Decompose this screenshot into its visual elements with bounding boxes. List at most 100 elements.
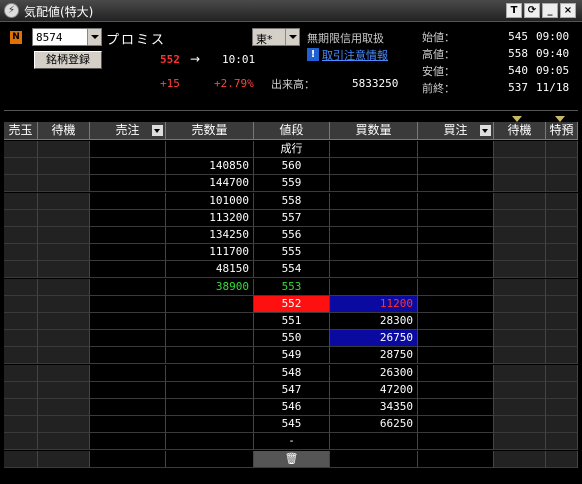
buy-standby-cell[interactable] bbox=[494, 364, 546, 382]
sell-position-cell[interactable] bbox=[4, 192, 38, 210]
buy-order-cell[interactable] bbox=[418, 433, 494, 451]
sell-standby-cell[interactable] bbox=[38, 261, 90, 279]
sell-standby-cell[interactable] bbox=[38, 416, 90, 434]
sell-standby-cell[interactable] bbox=[38, 175, 90, 193]
sell-position-cell[interactable] bbox=[4, 381, 38, 399]
buy-order-cell[interactable] bbox=[418, 278, 494, 296]
stock-code-combobox[interactable]: 8574 bbox=[32, 28, 102, 46]
special-cell[interactable] bbox=[546, 175, 578, 193]
buy-standby-cell[interactable] bbox=[494, 416, 546, 434]
buy-order-cell[interactable] bbox=[418, 227, 494, 244]
buy-order-cell[interactable] bbox=[418, 295, 494, 313]
chevron-down-icon[interactable] bbox=[285, 29, 299, 45]
buy-standby-cell[interactable] bbox=[494, 261, 546, 279]
sell-position-cell[interactable] bbox=[4, 227, 38, 244]
buy-standby-cell[interactable] bbox=[494, 209, 546, 227]
buy-order-cell[interactable] bbox=[418, 244, 494, 262]
buy-order-cell[interactable] bbox=[418, 450, 494, 468]
special-cell[interactable] bbox=[546, 295, 578, 313]
register-stock-button[interactable]: 銘柄登録 bbox=[34, 51, 102, 69]
close-button[interactable]: × bbox=[560, 3, 576, 18]
special-cell[interactable] bbox=[546, 278, 578, 296]
sell-standby-cell[interactable] bbox=[38, 227, 90, 244]
special-cell[interactable] bbox=[546, 227, 578, 244]
sell-standby-cell[interactable] bbox=[38, 450, 90, 468]
price-cell[interactable]: 545 bbox=[254, 416, 330, 434]
col-header-sell-order[interactable]: 売注 bbox=[90, 122, 166, 140]
sell-position-cell[interactable] bbox=[4, 209, 38, 227]
price-cell[interactable]: 549 bbox=[254, 347, 330, 365]
price-cell[interactable]: 555 bbox=[254, 244, 330, 262]
buy-order-cell[interactable] bbox=[418, 364, 494, 382]
buy-standby-cell[interactable] bbox=[494, 433, 546, 451]
sell-position-cell[interactable] bbox=[4, 347, 38, 365]
buy-order-cell[interactable] bbox=[418, 416, 494, 434]
sell-standby-cell[interactable] bbox=[38, 330, 90, 348]
buy-order-cell[interactable] bbox=[418, 141, 494, 158]
sell-order-cell[interactable] bbox=[90, 158, 166, 176]
special-cell[interactable] bbox=[546, 141, 578, 158]
sell-position-cell[interactable] bbox=[4, 141, 38, 158]
price-cell[interactable]: 551 bbox=[254, 313, 330, 330]
buy-standby-cell[interactable] bbox=[494, 313, 546, 330]
price-cell[interactable]: 556 bbox=[254, 227, 330, 244]
sell-standby-cell[interactable] bbox=[38, 158, 90, 176]
buy-standby-cell[interactable] bbox=[494, 399, 546, 416]
sell-position-cell[interactable] bbox=[4, 313, 38, 330]
sell-standby-cell[interactable] bbox=[38, 244, 90, 262]
sell-position-cell[interactable] bbox=[4, 278, 38, 296]
sell-order-cell[interactable] bbox=[90, 209, 166, 227]
special-cell[interactable] bbox=[546, 158, 578, 176]
buy-standby-cell[interactable] bbox=[494, 278, 546, 296]
sell-position-cell[interactable] bbox=[4, 433, 38, 451]
sell-standby-cell[interactable] bbox=[38, 295, 90, 313]
special-cell[interactable] bbox=[546, 433, 578, 451]
sell-order-cell[interactable] bbox=[90, 381, 166, 399]
sell-position-cell[interactable] bbox=[4, 295, 38, 313]
buy-standby-cell[interactable] bbox=[494, 192, 546, 210]
sell-standby-cell[interactable] bbox=[38, 278, 90, 296]
market-select[interactable]: 東* bbox=[252, 28, 300, 46]
special-cell[interactable] bbox=[546, 313, 578, 330]
sell-standby-cell[interactable] bbox=[38, 433, 90, 451]
sell-order-cell[interactable] bbox=[90, 399, 166, 416]
buy-standby-cell[interactable] bbox=[494, 175, 546, 193]
sell-order-cell[interactable] bbox=[90, 433, 166, 451]
buy-order-cell[interactable] bbox=[418, 175, 494, 193]
sell-order-cell[interactable] bbox=[90, 261, 166, 279]
buy-standby-cell[interactable] bbox=[494, 330, 546, 348]
sell-order-cell[interactable] bbox=[90, 278, 166, 296]
buy-order-cell[interactable] bbox=[418, 209, 494, 227]
price-cell[interactable]: 548 bbox=[254, 364, 330, 382]
buy-standby-cell[interactable] bbox=[494, 347, 546, 365]
special-cell[interactable] bbox=[546, 192, 578, 210]
sell-standby-cell[interactable] bbox=[38, 381, 90, 399]
stock-code-input[interactable]: 8574 bbox=[36, 31, 63, 44]
special-cell[interactable] bbox=[546, 244, 578, 262]
col-header-buy-order[interactable]: 買注 bbox=[418, 122, 494, 140]
buy-standby-cell[interactable] bbox=[494, 381, 546, 399]
special-cell[interactable] bbox=[546, 399, 578, 416]
sell-order-cell[interactable] bbox=[90, 295, 166, 313]
special-cell[interactable] bbox=[546, 209, 578, 227]
chevron-down-icon[interactable] bbox=[87, 29, 101, 45]
buy-standby-cell[interactable] bbox=[494, 244, 546, 262]
buy-order-cell[interactable] bbox=[418, 330, 494, 348]
sell-order-cell[interactable] bbox=[90, 141, 166, 158]
price-cell[interactable]: 553 bbox=[254, 278, 330, 296]
price-cell[interactable]: 557 bbox=[254, 209, 330, 227]
buy-standby-cell[interactable] bbox=[494, 158, 546, 176]
chevron-down-icon[interactable] bbox=[152, 125, 163, 136]
sell-order-cell[interactable] bbox=[90, 364, 166, 382]
special-cell[interactable] bbox=[546, 416, 578, 434]
sell-position-cell[interactable] bbox=[4, 330, 38, 348]
sell-position-cell[interactable] bbox=[4, 450, 38, 468]
sell-position-cell[interactable] bbox=[4, 261, 38, 279]
buy-order-cell[interactable] bbox=[418, 192, 494, 210]
special-cell[interactable] bbox=[546, 347, 578, 365]
sell-order-cell[interactable] bbox=[90, 244, 166, 262]
buy-standby-cell[interactable] bbox=[494, 141, 546, 158]
buy-standby-cell[interactable] bbox=[494, 450, 546, 468]
buy-order-cell[interactable] bbox=[418, 261, 494, 279]
sell-position-cell[interactable] bbox=[4, 399, 38, 416]
